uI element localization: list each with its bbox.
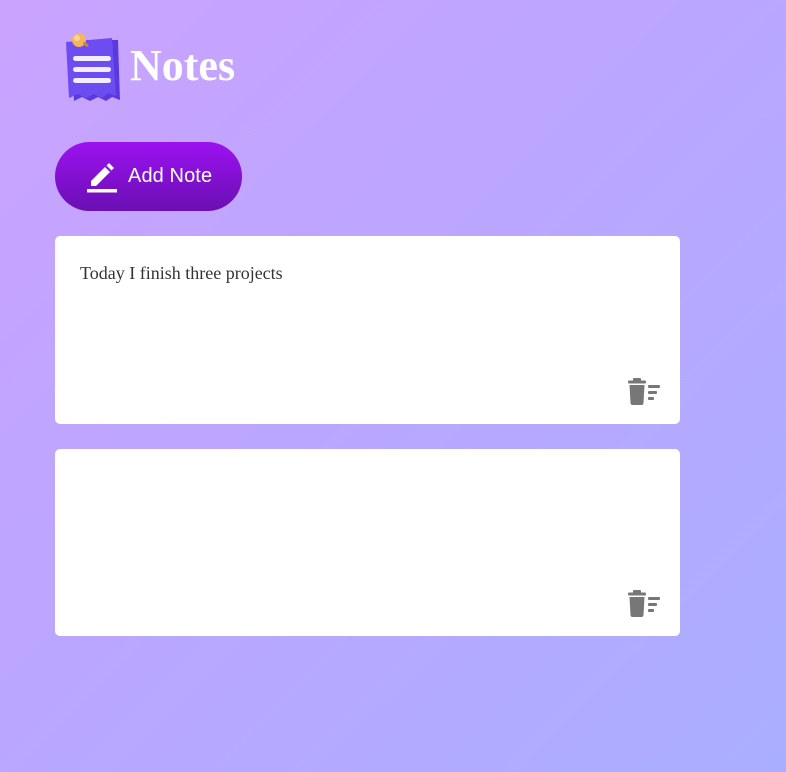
note-card — [55, 449, 680, 636]
pencil-icon — [85, 160, 119, 194]
app-header: Notes — [60, 30, 235, 106]
note-card: Today I finish three projects — [55, 236, 680, 424]
trash-icon[interactable] — [628, 378, 662, 406]
add-note-button[interactable]: Add Note — [55, 142, 242, 211]
add-note-label: Add Note — [128, 165, 213, 187]
page-title: Notes — [130, 41, 236, 90]
notepad-pin-icon — [60, 30, 126, 106]
trash-icon[interactable] — [628, 590, 662, 618]
note-text[interactable]: Today I finish three projects — [80, 262, 655, 284]
